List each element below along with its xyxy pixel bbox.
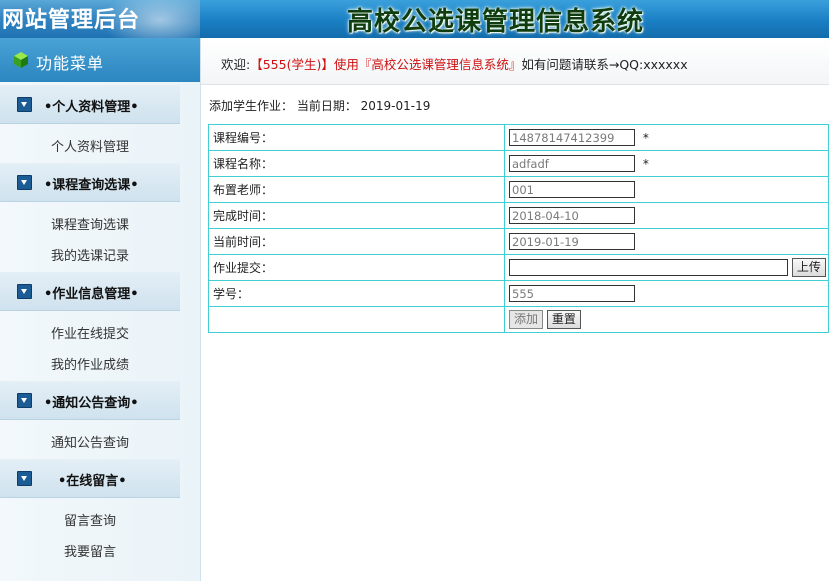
system-title: 高校公选课管理信息系统 xyxy=(347,7,645,37)
required-marker: * xyxy=(642,156,649,171)
menu-title: 功能菜单 xyxy=(36,54,105,73)
field-label: 学号： xyxy=(208,280,505,307)
sidebar-item-leave-message[interactable]: 我要留言 xyxy=(0,541,180,560)
menu-header: 功能菜单 xyxy=(0,38,200,82)
cube-icon xyxy=(14,52,28,68)
field-label: 当前时间： xyxy=(208,228,505,255)
add-button[interactable]: 添加 xyxy=(509,310,544,329)
welcome-contact: 如有问题请联系→QQ:xxxxxx xyxy=(521,57,688,72)
form-row-due-date: 完成时间： xyxy=(208,202,829,229)
menu-group-title: •个人资料管理• xyxy=(44,100,139,115)
system-header: 高校公选课管理信息系统 xyxy=(200,0,829,38)
homework-file-field[interactable] xyxy=(509,259,788,276)
upload-button[interactable]: 上传 xyxy=(791,258,826,277)
sidebar-item-notices[interactable]: 通知公告查询 xyxy=(0,432,180,451)
menu-group-title: •在线留言• xyxy=(58,474,127,489)
admin-title: 网站管理后台 xyxy=(2,8,141,33)
menu-group-title: •课程查询选课• xyxy=(44,178,139,193)
form-row-teacher: 布置老师： xyxy=(208,176,829,203)
expand-icon[interactable] xyxy=(17,284,32,299)
due-date-field[interactable] xyxy=(509,207,635,224)
field-label: 完成时间： xyxy=(208,202,505,229)
admin-header: 网站管理后台 xyxy=(0,0,200,38)
required-marker: * xyxy=(642,130,649,145)
welcome-bar: 欢迎:【555(学生)】使用『高校公选课管理信息系统』如有问题请联系→QQ:xx… xyxy=(201,38,829,85)
field-label: 课程名称： xyxy=(208,150,505,177)
expand-icon[interactable] xyxy=(17,393,32,408)
field-label: 布置老师： xyxy=(208,176,505,203)
sidebar-item-homework-submit[interactable]: 作业在线提交 xyxy=(0,323,180,342)
expand-icon[interactable] xyxy=(17,97,32,112)
form-row-course-name: 课程名称： * xyxy=(208,150,829,177)
menu-group-messages[interactable]: •在线留言• xyxy=(0,459,180,498)
form-row-actions: 添加 重置 xyxy=(208,306,829,333)
expand-icon[interactable] xyxy=(17,175,32,190)
course-name-field[interactable] xyxy=(509,155,635,172)
expand-icon[interactable] xyxy=(17,471,32,486)
sidebar-item-homework-grades[interactable]: 我的作业成绩 xyxy=(0,354,180,373)
sidebar: 功能菜单 •个人资料管理• 个人资料管理 •课程查询选课• 课程查询选课 我的选… xyxy=(0,38,201,581)
breadcrumb: 添加学生作业： 当前日期： 2019-01-19 xyxy=(209,99,431,113)
welcome-user: 【555(学生)】使用『高校公选课管理信息系统』 xyxy=(250,57,522,72)
field-label: 作业提交： xyxy=(208,254,505,281)
menu-group-title: •通知公告查询• xyxy=(44,396,139,411)
form-row-homework-file: 作业提交： 上传 xyxy=(208,254,829,281)
teacher-field[interactable] xyxy=(509,181,635,198)
welcome-prefix: 欢迎: xyxy=(221,57,251,72)
form-row-current-date: 当前时间： xyxy=(208,228,829,255)
menu-group-courses[interactable]: •课程查询选课• xyxy=(0,163,180,202)
menu-group-notices[interactable]: •通知公告查询• xyxy=(0,381,180,420)
menu-group-profile[interactable]: •个人资料管理• xyxy=(0,85,180,124)
form-row-course-id: 课程编号： * xyxy=(208,124,829,151)
reset-button[interactable]: 重置 xyxy=(546,310,581,329)
menu-group-title: •作业信息管理• xyxy=(44,287,139,302)
student-id-field[interactable] xyxy=(509,285,635,302)
menu-group-homework[interactable]: •作业信息管理• xyxy=(0,272,180,311)
homework-form: 课程编号： * 课程名称： * 布置老师： 完成时间： 当前时间： 作业提交： xyxy=(208,124,829,333)
welcome-text: 欢迎:【555(学生)】使用『高校公选课管理信息系统』如有问题请联系→QQ:xx… xyxy=(221,54,688,73)
sidebar-item-course-search[interactable]: 课程查询选课 xyxy=(0,214,180,233)
sidebar-item-profile[interactable]: 个人资料管理 xyxy=(0,136,180,155)
field-label: 课程编号： xyxy=(208,124,505,151)
current-date-field[interactable] xyxy=(509,233,635,250)
sidebar-item-message-search[interactable]: 留言查询 xyxy=(0,510,180,529)
form-row-student-id: 学号： xyxy=(208,280,829,307)
sidebar-item-my-selections[interactable]: 我的选课记录 xyxy=(0,245,180,264)
course-id-field[interactable] xyxy=(509,129,635,146)
